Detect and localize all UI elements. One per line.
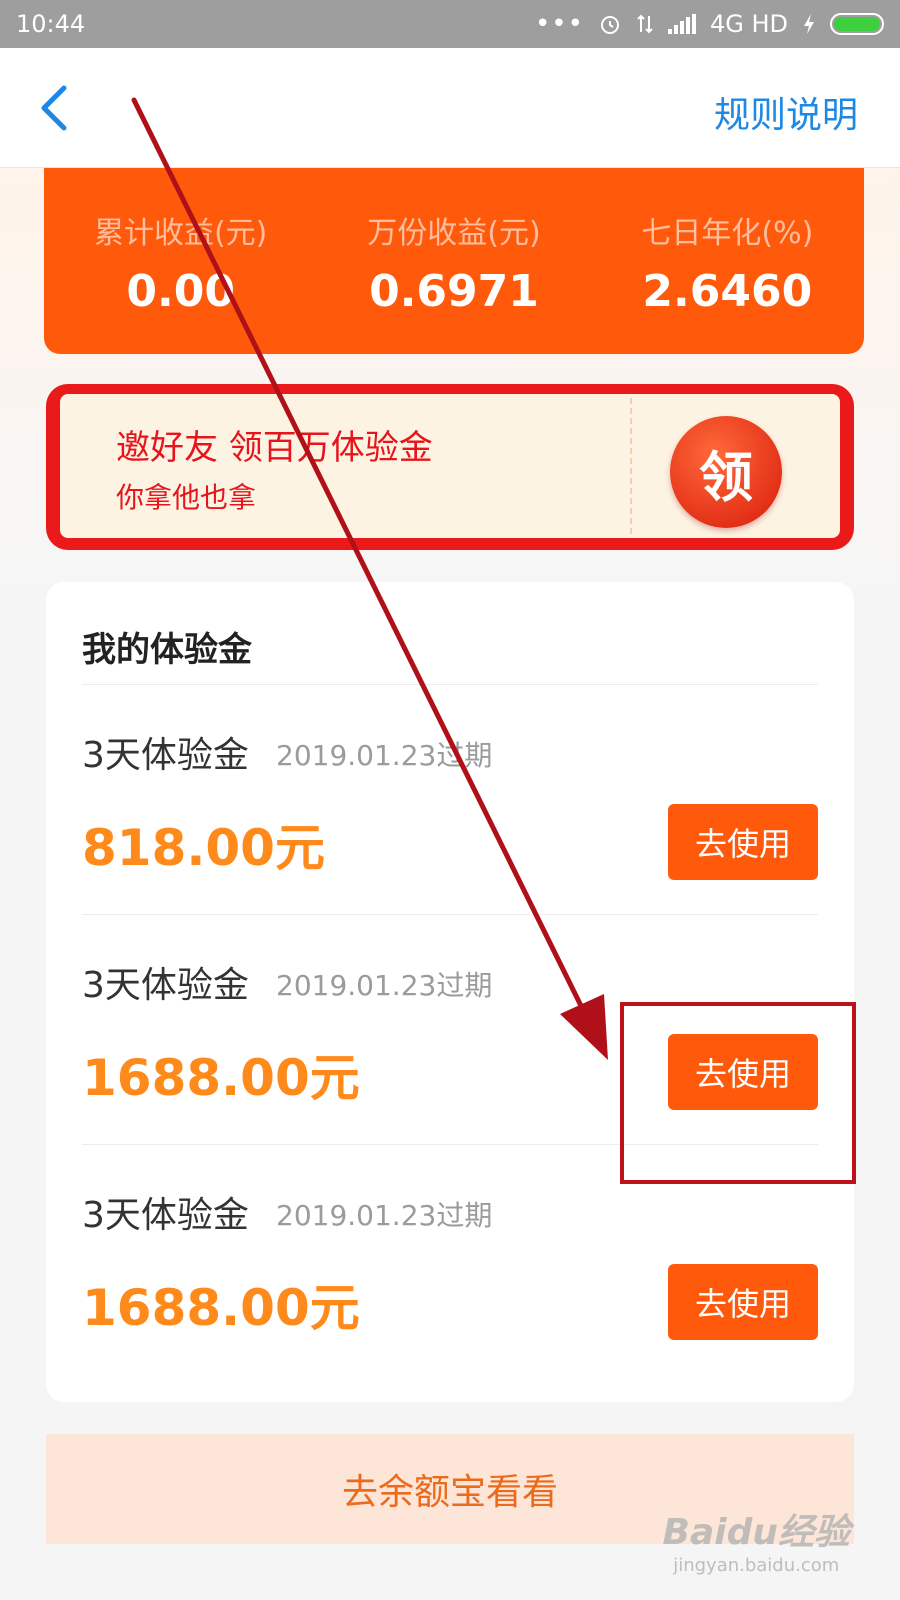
chevron-left-icon (41, 85, 67, 131)
data-transfer-icon (637, 14, 653, 34)
stat-label: 七日年化(%) (641, 216, 814, 251)
fund-amount: 818.00元 (82, 819, 325, 877)
nav-bar: 规则说明 (0, 48, 900, 168)
fund-name: 3天体验金 (82, 1195, 249, 1236)
stat-value: 0.6971 (369, 266, 539, 317)
alarm-icon (600, 16, 619, 34)
signal-icon (667, 14, 696, 34)
stat-cumulative: 累计收益(元) 0.00 (44, 168, 317, 354)
fund-amount: 1688.00元 (82, 1049, 360, 1107)
more-dots-icon: ••• (534, 9, 584, 39)
app-screen: 10:44 ••• 4G HD 规则说明 累计收益(元) 0.00 万份收益(元… (0, 0, 900, 1600)
stat-per-ten-thousand: 万份收益(元) 0.6971 (317, 168, 590, 354)
fund-amount: 1688.00元 (82, 1279, 360, 1337)
annotation-highlight-box (620, 1002, 856, 1184)
baidu-watermark: Baidu经验 jingyan.baidu.com (663, 1503, 850, 1576)
section-title: 我的体验金 (82, 630, 252, 670)
use-button[interactable]: 去使用 (668, 1264, 818, 1340)
earnings-card: 累计收益(元) 0.00 万份收益(元) 0.6971 七日年化(%) 2.64… (44, 168, 864, 354)
stat-label: 万份收益(元) (367, 216, 541, 251)
trial-funds-card: 我的体验金 3天体验金 2019.01.23过期 818.00元 去使用 3天体… (46, 582, 854, 1402)
use-button[interactable]: 去使用 (668, 804, 818, 880)
stat-label: 累计收益(元) (93, 216, 268, 251)
status-time: 10:44 (16, 10, 86, 38)
invite-subtitle: 你拿他也拿 (116, 481, 257, 514)
status-icons: ••• 4G HD (535, 9, 884, 39)
stat-value: 2.6460 (642, 266, 813, 317)
stat-seven-day-yield: 七日年化(%) 2.6460 (591, 168, 864, 354)
fund-name: 3天体验金 (82, 735, 249, 776)
fund-expire-date: 2019.01.23过期 (276, 1199, 493, 1232)
charging-icon (804, 14, 814, 34)
ticket-divider (630, 398, 632, 534)
status-bar: 10:44 ••• 4G HD (0, 0, 900, 48)
watermark-site: jingyan.baidu.com (673, 1555, 840, 1576)
watermark-logo: Baidu经验 (662, 1512, 850, 1553)
rules-link[interactable]: 规则说明 (714, 86, 858, 138)
fund-expire-date: 2019.01.23过期 (276, 739, 493, 772)
fund-expire-date: 2019.01.23过期 (276, 969, 493, 1002)
invite-title: 邀好友 领百万体验金 (116, 428, 433, 468)
back-button[interactable] (30, 80, 80, 136)
fund-name: 3天体验金 (82, 965, 249, 1006)
fund-item: 3天体验金 2019.01.23过期 818.00元 去使用 (46, 684, 854, 918)
invite-ticket: 邀好友 领百万体验金 你拿他也拿 领 (60, 394, 840, 538)
network-type: 4G HD (709, 10, 788, 38)
invite-banner[interactable]: 邀好友 领百万体验金 你拿他也拿 领 (46, 384, 854, 550)
battery-icon (830, 13, 884, 35)
claim-button[interactable]: 领 (670, 416, 782, 528)
stat-value: 0.00 (126, 266, 235, 317)
